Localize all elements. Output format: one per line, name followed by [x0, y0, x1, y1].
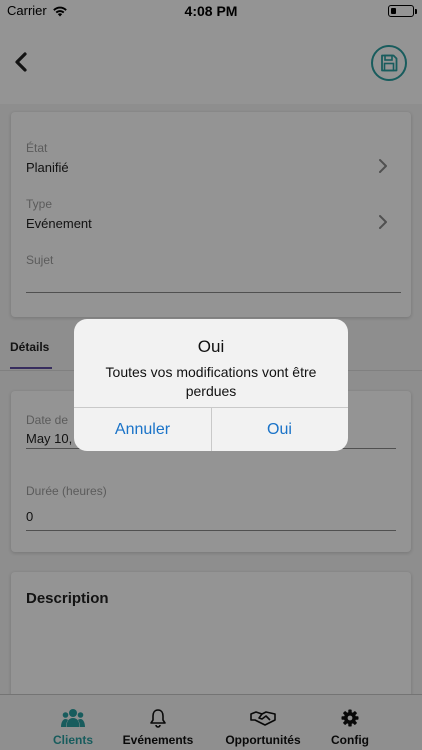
alert-message: Toutes vos modifications vont être perdu… — [105, 364, 317, 399]
cancel-button[interactable]: Annuler — [74, 408, 211, 451]
confirm-alert: Oui Toutes vos modifications vont être p… — [74, 319, 348, 451]
confirm-button[interactable]: Oui — [211, 408, 348, 451]
alert-title: Oui — [197, 337, 225, 356]
